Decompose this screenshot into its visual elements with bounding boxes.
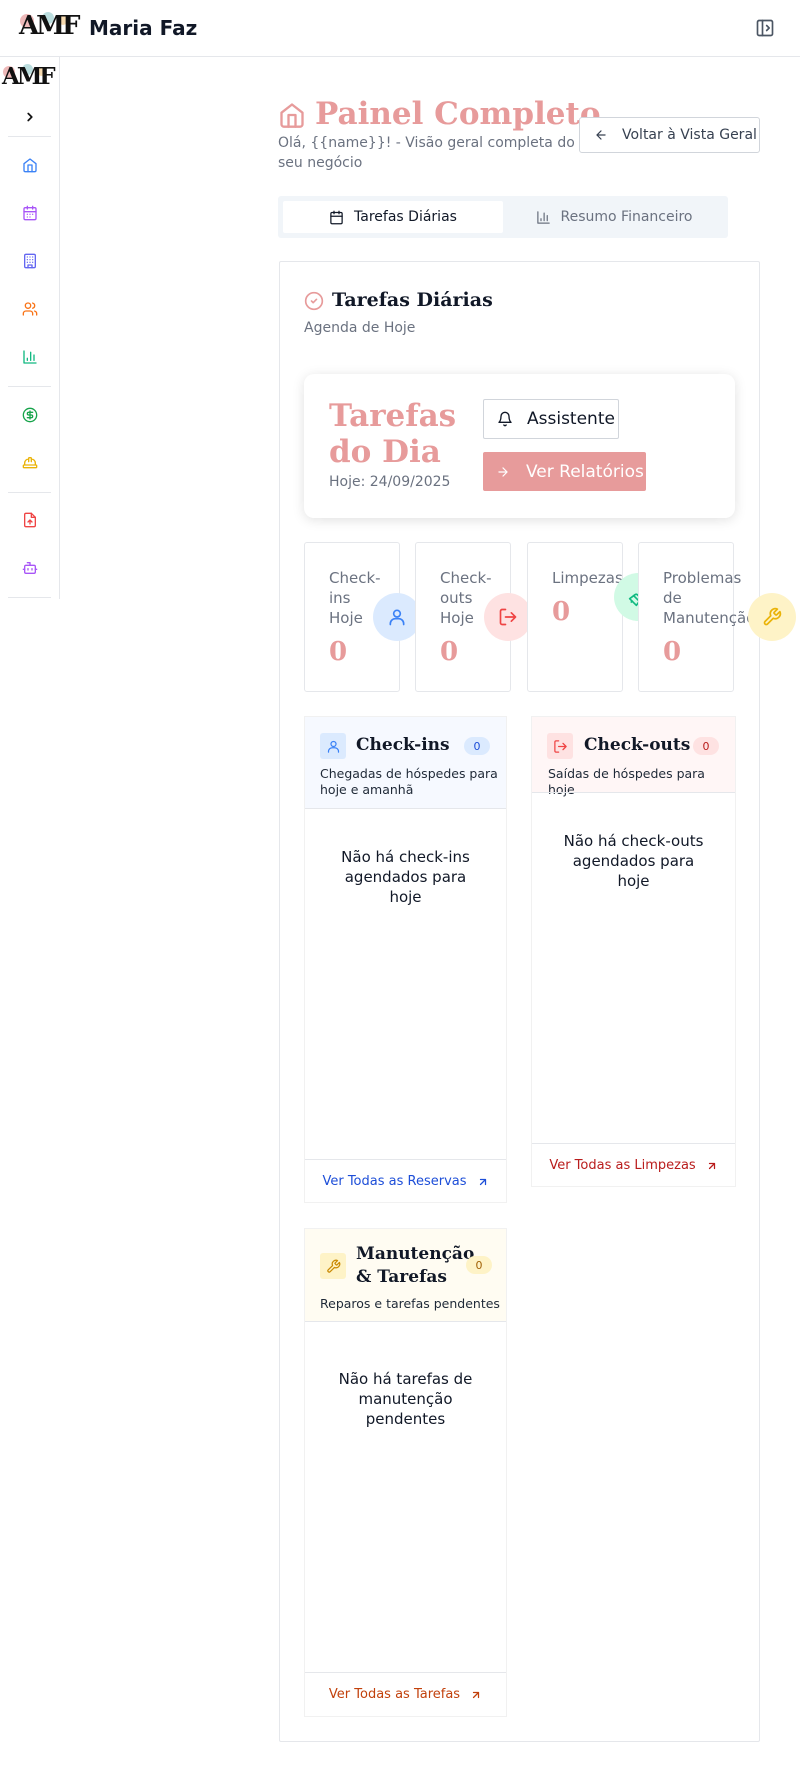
sidebar-logo[interactable]: AMF xyxy=(2,63,58,93)
back-button-label: Voltar à Vista Geral xyxy=(622,127,757,143)
bot-icon[interactable] xyxy=(20,558,40,578)
view-reports-button[interactable]: Ver Relatórios xyxy=(483,452,646,491)
maintenance-empty-message: Não há tarefas de manutenção pendentes xyxy=(338,1370,473,1428)
bell-icon xyxy=(498,411,512,427)
maintenance-panel: Manutenção & Tarefas 0 Reparos e tarefas… xyxy=(304,1228,507,1717)
tab-financial-summary[interactable]: Resumo Financeiro xyxy=(504,201,724,233)
maintenance-title: Manutenção & Tarefas xyxy=(356,1244,475,1287)
divider xyxy=(305,808,506,809)
stat-value: 0 xyxy=(440,637,459,667)
page-title: Painel Completo xyxy=(315,96,601,132)
checkins-panel: Check-ins 0 Chegadas de hóspedes para ho… xyxy=(304,716,507,1203)
calendar-icon xyxy=(330,210,343,224)
arrow-left-icon xyxy=(596,130,606,140)
link-label: Ver Todas as Limpezas xyxy=(549,1158,696,1173)
tab-label: Tarefas Diárias xyxy=(354,209,457,225)
sidebar-divider xyxy=(8,597,51,598)
sidebar-divider xyxy=(8,136,51,137)
tab-list: Tarefas Diárias Resumo Financeiro xyxy=(278,196,728,238)
maintenance-count-badge: 0 xyxy=(466,1256,492,1274)
today-date: Hoje: 24/09/2025 xyxy=(329,474,451,490)
stat-label: Check-ins Hoje xyxy=(329,569,381,627)
bar-chart-icon xyxy=(536,210,550,224)
assistant-button[interactable]: Assistente xyxy=(483,399,619,439)
hardhat-icon[interactable] xyxy=(20,453,40,473)
arrow-up-right-icon xyxy=(479,1178,486,1185)
checkins-count-badge: 0 xyxy=(464,737,490,755)
stat-card-maintenance: Problemas de Manutenção 0 xyxy=(638,542,755,692)
users-icon[interactable] xyxy=(20,299,40,319)
checkouts-empty-message: Não há check-outs agendados para hoje xyxy=(563,832,704,890)
stat-value: 0 xyxy=(552,597,571,627)
checkouts-subtitle: Saídas de hóspedes para hoje xyxy=(548,766,705,797)
checkouts-count-badge: 0 xyxy=(693,737,719,755)
arrow-right-icon xyxy=(498,466,508,477)
back-to-overview-button[interactable]: Voltar à Vista Geral xyxy=(579,117,760,153)
sidebar-divider xyxy=(8,492,51,493)
brand-name: Maria Faz xyxy=(89,16,198,40)
assistant-label: Assistente xyxy=(527,409,615,429)
sidebar: AMF xyxy=(0,57,60,599)
stat-value: 0 xyxy=(329,637,348,667)
stat-label: Check-outs Hoje xyxy=(440,569,492,627)
view-all-cleanings-link[interactable]: Ver Todas as Limpezas xyxy=(532,1143,735,1187)
checkouts-title: Check-outs xyxy=(584,735,691,755)
user-icon xyxy=(373,593,421,641)
checkins-title: Check-ins xyxy=(356,735,450,755)
top-bar: AMF Maria Faz xyxy=(0,0,800,57)
tasks-of-day-title: Tarefas do Dia xyxy=(329,398,457,470)
tab-label: Resumo Financeiro xyxy=(560,209,693,225)
stat-label: Problemas de Manutenção xyxy=(663,569,756,627)
section-title: Tarefas Diárias xyxy=(332,289,493,311)
view-all-tasks-link[interactable]: Ver Todas as Tarefas xyxy=(305,1672,506,1716)
page-subtitle: Olá, {{name}}! - Visão geral completa do… xyxy=(278,135,575,171)
home-icon[interactable] xyxy=(20,155,40,175)
dollar-icon[interactable] xyxy=(20,405,40,425)
wrench-icon xyxy=(320,1253,346,1279)
divider xyxy=(532,792,735,793)
view-reports-label: Ver Relatórios xyxy=(526,461,644,482)
stat-card-cleanings: Limpezas 0 xyxy=(527,542,623,692)
view-all-reservations-link[interactable]: Ver Todas as Reservas xyxy=(305,1159,506,1203)
arrow-up-right-icon xyxy=(708,1162,715,1169)
maintenance-subtitle: Reparos e tarefas pendentes xyxy=(320,1296,500,1311)
app-logo[interactable]: AMF xyxy=(18,10,80,44)
calendar-icon[interactable] xyxy=(20,203,40,223)
building-icon[interactable] xyxy=(20,251,40,271)
link-label: Ver Todas as Reservas xyxy=(322,1174,467,1189)
link-label: Ver Todas as Tarefas xyxy=(328,1687,461,1702)
divider xyxy=(305,1321,506,1322)
checkouts-panel: Check-outs 0 Saídas de hóspedes para hoj… xyxy=(531,716,736,1187)
home-icon xyxy=(278,101,308,131)
file-upload-icon[interactable] xyxy=(20,510,40,530)
checkins-empty-message: Não há check-ins agendados para hoje xyxy=(341,848,470,906)
logout-icon xyxy=(547,733,573,759)
check-circle-icon xyxy=(304,291,324,311)
sidebar-divider xyxy=(8,386,51,387)
sidebar-toggle-icon[interactable] xyxy=(755,18,775,38)
arrow-up-right-icon xyxy=(472,1691,480,1698)
logout-icon xyxy=(484,593,532,641)
bar-chart-icon[interactable] xyxy=(20,347,40,367)
wrench-icon xyxy=(748,593,796,641)
stat-value: 0 xyxy=(663,637,682,667)
section-subtitle: Agenda de Hoje xyxy=(304,320,416,336)
checkins-subtitle: Chegadas de hóspedes para hoje e amanhã xyxy=(320,766,498,797)
tab-daily-tasks[interactable]: Tarefas Diárias xyxy=(283,201,503,233)
user-icon xyxy=(320,733,346,759)
expand-chevron-icon[interactable] xyxy=(20,107,40,127)
